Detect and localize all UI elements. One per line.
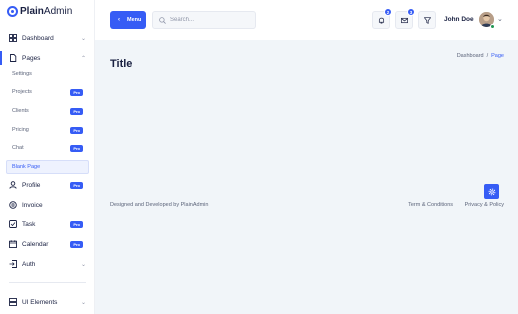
top-header: ‹ Menu 2 3 John Doe ⌄ — [95, 0, 518, 40]
pro-badge: Pro — [70, 240, 83, 248]
chevron-down-icon: ⌄ — [80, 35, 86, 42]
notifications-count-badge: 2 — [384, 8, 392, 16]
breadcrumb-current: Page — [491, 53, 504, 59]
search-input[interactable] — [170, 17, 250, 23]
sidebar-subitem-blank-page[interactable]: Blank Page — [6, 160, 89, 174]
auth-icon — [9, 260, 17, 268]
sidebar-subitem-chat[interactable]: Chat Pro — [0, 142, 95, 154]
sidebar-item-label: Task — [22, 220, 36, 228]
chevron-left-icon: ‹ — [118, 17, 120, 23]
sidebar-item-invoice[interactable]: Invoice — [0, 198, 95, 212]
task-icon — [9, 220, 17, 228]
breadcrumb: Dashboard / Page — [457, 53, 504, 59]
sidebar-item-dashboard[interactable]: Dashboard ⌄ — [0, 31, 95, 45]
chevron-down-icon[interactable]: ⌄ — [497, 15, 503, 23]
search-icon — [159, 11, 166, 29]
sidebar-item-ui-elements[interactable]: UI Elements ⌄ — [0, 295, 95, 309]
sidebar-item-label: Invoice — [22, 201, 43, 209]
grid-icon — [9, 34, 17, 42]
pro-badge: Pro — [70, 181, 83, 189]
settings-button[interactable] — [484, 184, 499, 199]
sidebar-item-label: Pages — [22, 54, 41, 62]
sidebar-item-label: Auth — [22, 260, 36, 268]
sidebar-item-label: Profile — [22, 181, 41, 189]
user-icon — [9, 181, 17, 189]
calendar-icon — [9, 240, 17, 248]
pro-badge: Pro — [70, 144, 83, 152]
sidebar-subitem-label: Projects — [12, 89, 32, 95]
sidebar: PlainAdmin Dashboard ⌄ Pages ⌃ Settings … — [0, 0, 95, 314]
footer-credit: Designed and Developed by PlainAdmin — [110, 202, 209, 208]
filter-icon — [423, 11, 431, 29]
sidebar-divider — [9, 282, 86, 283]
sidebar-item-pages[interactable]: Pages ⌃ — [0, 51, 95, 65]
sidebar-subitem-label: Pricing — [12, 127, 29, 133]
layers-icon — [9, 298, 17, 306]
breadcrumb-separator: / — [486, 53, 489, 59]
menu-button[interactable]: ‹ Menu — [110, 11, 146, 29]
online-status-dot — [490, 24, 495, 29]
terms-link[interactable]: Term & Conditions — [408, 202, 453, 208]
sidebar-subitem-projects[interactable]: Projects Pro — [0, 86, 95, 98]
page-title: Title — [110, 58, 133, 70]
sidebar-subitem-label: Settings — [12, 71, 32, 77]
chevron-up-icon: ⌃ — [80, 55, 86, 62]
sidebar-item-calendar[interactable]: Calendar Pro — [0, 237, 95, 251]
sidebar-subitem-label: Clients — [12, 108, 29, 114]
notifications-button[interactable]: 2 — [372, 8, 392, 29]
page-icon — [9, 54, 17, 62]
logo-icon — [7, 6, 18, 17]
sidebar-subitem-settings[interactable]: Settings — [0, 68, 95, 80]
sidebar-item-task[interactable]: Task Pro — [0, 217, 95, 231]
invoice-icon — [9, 201, 17, 209]
gear-icon — [488, 183, 496, 201]
sidebar-subitem-pricing[interactable]: Pricing Pro — [0, 124, 95, 136]
pro-badge: Pro — [70, 126, 83, 134]
brand-name: PlainAdmin — [20, 6, 73, 17]
search-box — [152, 11, 256, 29]
sidebar-item-auth[interactable]: Auth ⌄ — [0, 257, 95, 271]
sidebar-subitem-label: Blank Page — [12, 164, 41, 170]
chevron-down-icon: ⌄ — [80, 299, 86, 306]
sidebar-item-label: Calendar — [22, 240, 49, 248]
privacy-link[interactable]: Privacy & Policy — [465, 202, 504, 208]
menu-button-label: Menu — [127, 17, 142, 23]
filter-button[interactable] — [418, 11, 436, 29]
sidebar-subitem-clients[interactable]: Clients Pro — [0, 105, 95, 117]
sidebar-subitem-label: Chat — [12, 145, 24, 151]
footer-links: Term & Conditions Privacy & Policy — [398, 202, 504, 208]
pro-badge: Pro — [70, 220, 83, 228]
breadcrumb-dashboard-link[interactable]: Dashboard — [457, 53, 484, 59]
pro-badge: Pro — [70, 107, 83, 115]
messages-count-badge: 3 — [407, 8, 415, 16]
messages-button[interactable]: 3 — [395, 8, 415, 29]
sidebar-item-profile[interactable]: Profile Pro — [0, 178, 95, 192]
pro-badge: Pro — [70, 88, 83, 96]
brand-logo[interactable]: PlainAdmin — [7, 6, 72, 17]
sidebar-item-label: Dashboard — [22, 34, 54, 42]
chevron-down-icon: ⌄ — [80, 261, 86, 268]
sidebar-item-label: UI Elements — [22, 298, 58, 306]
user-name[interactable]: John Doe — [444, 16, 474, 23]
